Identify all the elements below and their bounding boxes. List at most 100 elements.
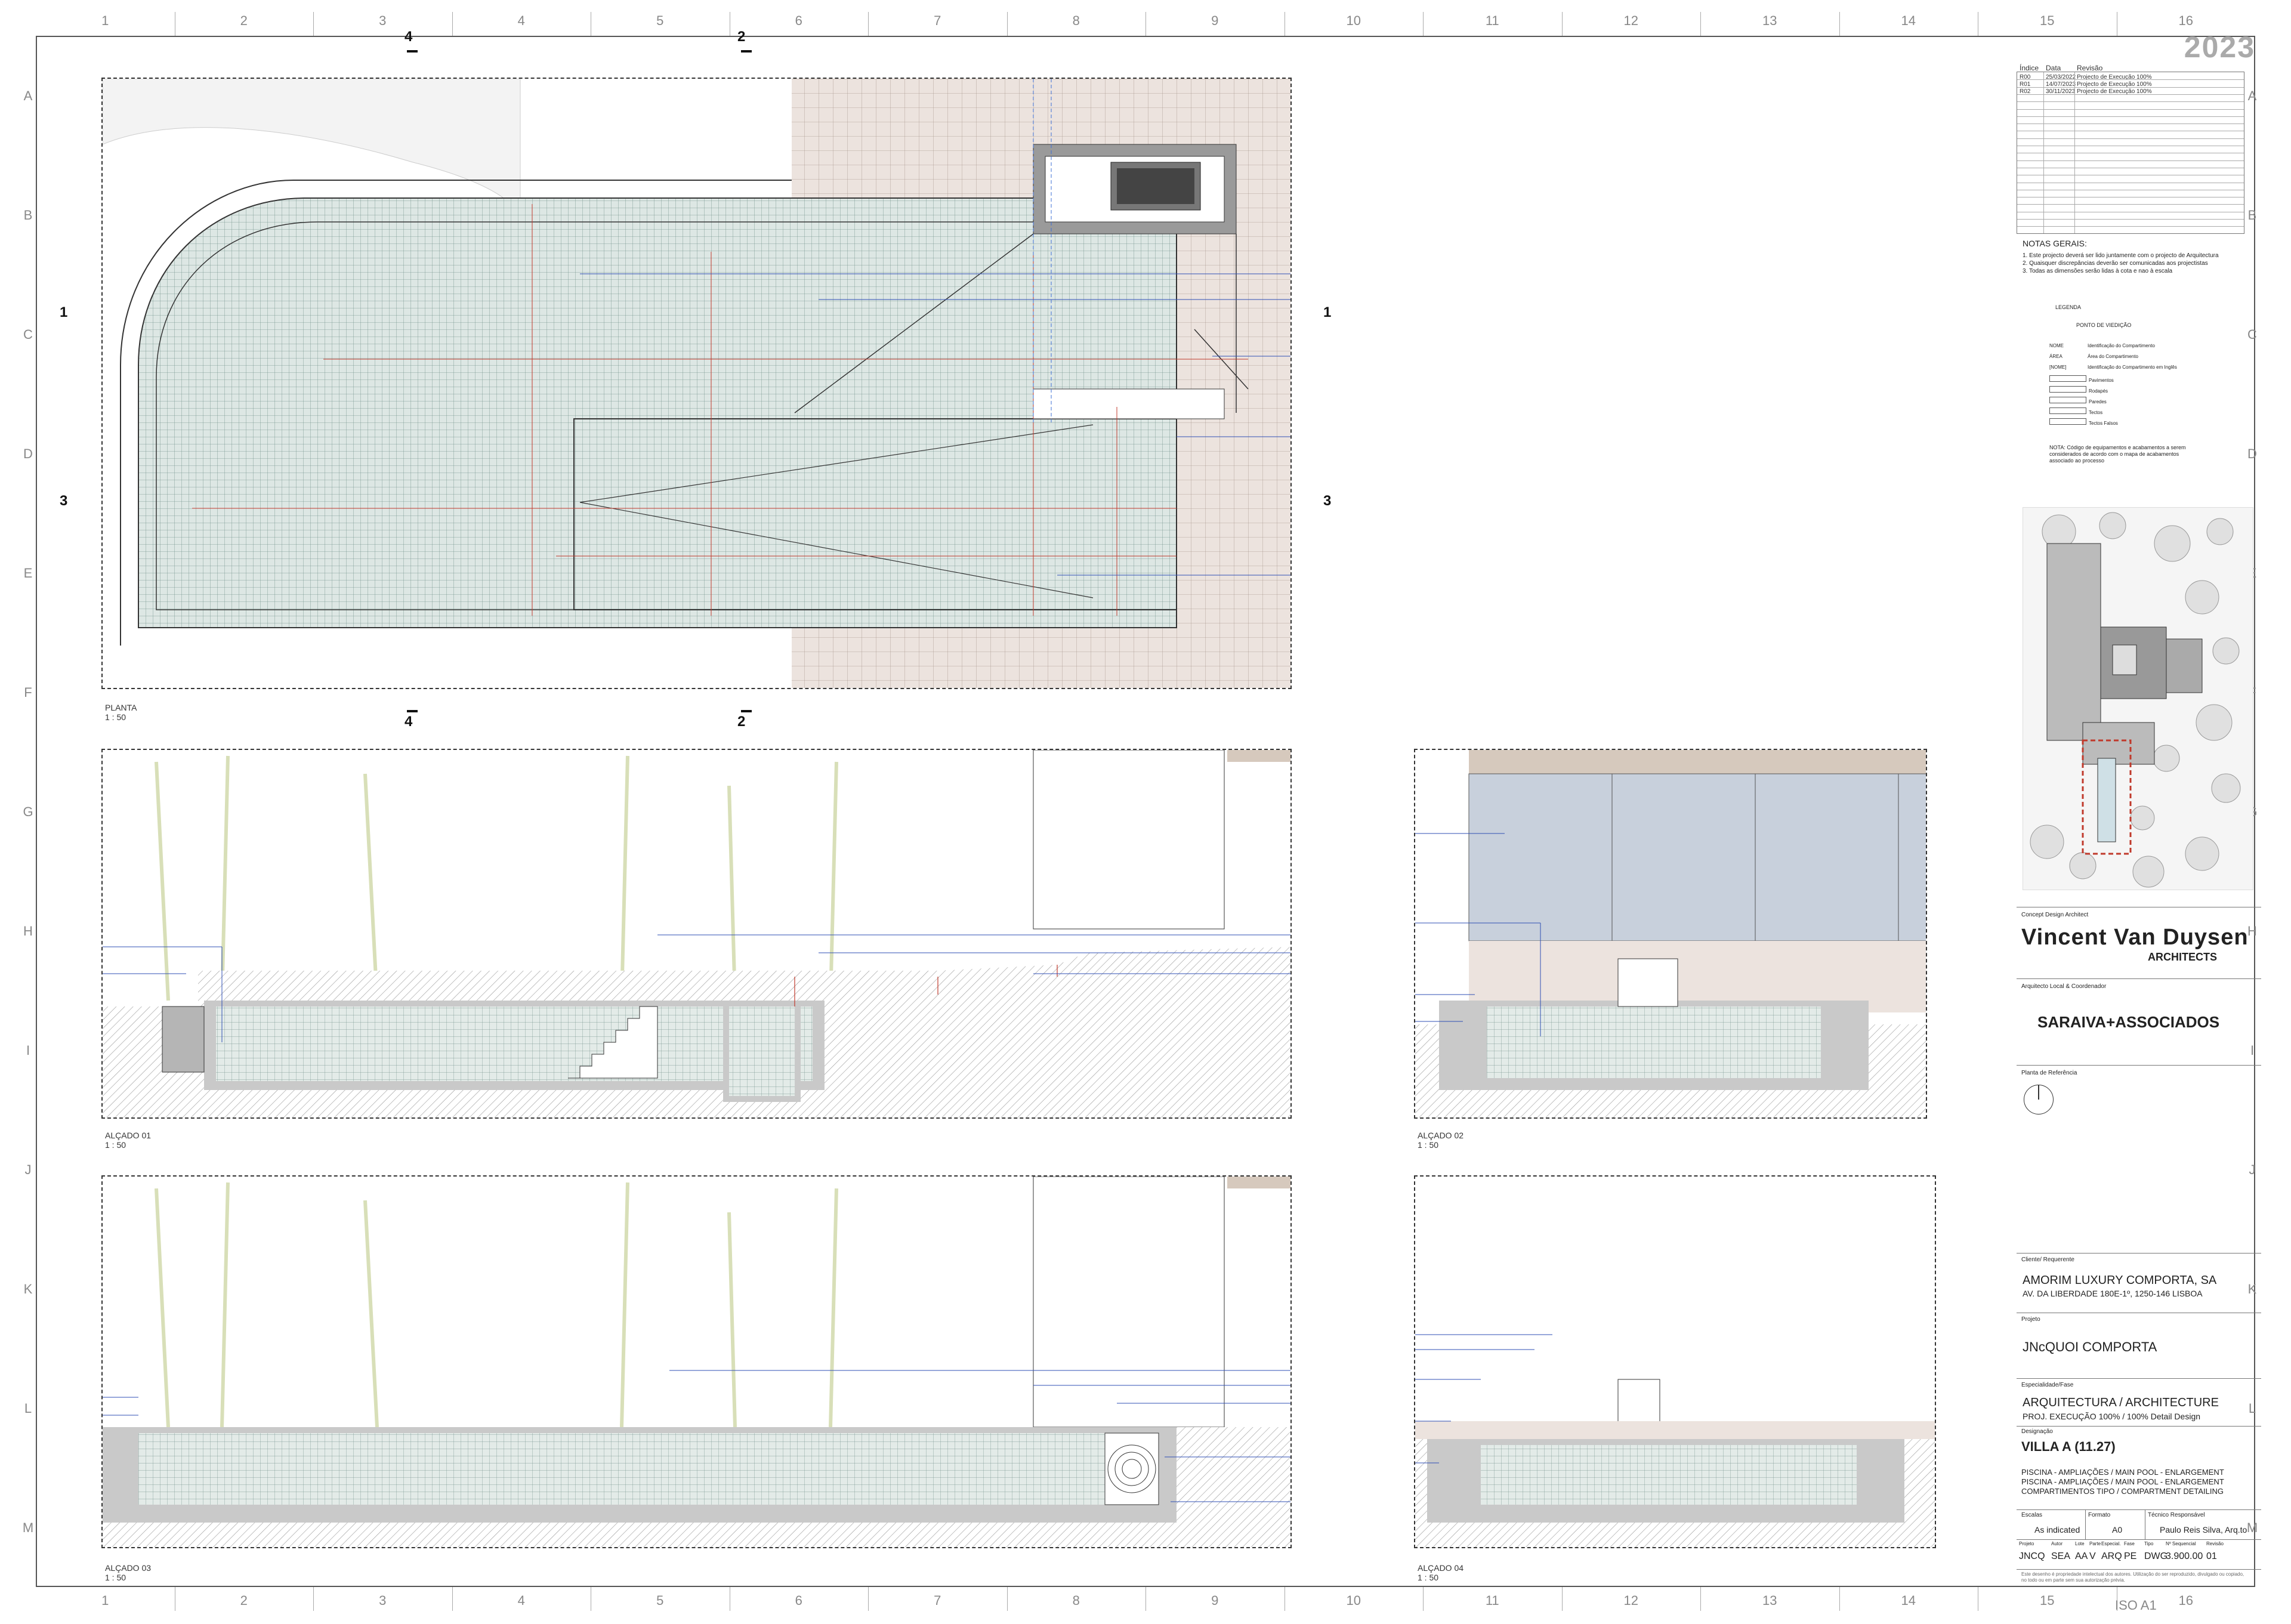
iso-label: ISO A1	[2115, 1598, 2157, 1613]
elevation-04	[1414, 1175, 1936, 1548]
legend-row: NOME Identificação do Compartimento	[2049, 343, 2155, 348]
revisions-rule	[2017, 219, 2244, 220]
grid-tick	[1423, 1587, 1424, 1611]
plan-scale: 1 : 50	[105, 712, 126, 722]
legend-key	[2049, 375, 2086, 382]
grid-column-label: 16	[2178, 1593, 2193, 1608]
north-label: Planta de Referência	[2021, 1070, 2077, 1076]
revisions-rule	[2017, 94, 2244, 95]
tb-divider-2	[2017, 978, 2261, 979]
legend-row: Paredes	[2049, 397, 2107, 405]
code-header-cell: Especial.	[2101, 1541, 2121, 1546]
grid-row-label: B	[23, 208, 33, 223]
tb-divider-9	[2017, 1539, 2261, 1540]
code-value-cell: 3.900.00	[2166, 1551, 2203, 1561]
code-value-cell: AA	[2075, 1551, 2088, 1561]
elevation-04-scale: 1 : 50	[1418, 1573, 1439, 1582]
plan-name: PLANTA	[105, 703, 137, 712]
grid-tick	[313, 1587, 314, 1611]
description-1: PISCINA - AMPLIAÇÕES / MAIN POOL - ENLAR…	[2021, 1468, 2224, 1477]
legend-title: LEGENDA	[2055, 304, 2082, 310]
tb-vr-1	[2085, 1509, 2086, 1539]
elevation-02-label: ALÇADO 02 1 : 50	[1418, 1131, 1463, 1150]
note-item: 2. Quaisquer discrepâncias deverão ser c…	[2023, 260, 2208, 267]
grid-row-label: D	[23, 446, 33, 461]
grid-column-label: 12	[1623, 13, 1638, 28]
grid-row-label: M	[22, 1520, 34, 1535]
grid-row-label: L	[24, 1401, 32, 1416]
concept-label: Concept Design Architect	[2021, 912, 2089, 918]
villa-title: VILLA A (11.27)	[2021, 1439, 2116, 1454]
grid-tick	[868, 1587, 869, 1611]
plan-drawing	[103, 79, 1290, 688]
grid-tick	[1839, 12, 1840, 36]
code-value-cell: JNCQ	[2019, 1551, 2045, 1561]
tb-divider-7	[2017, 1426, 2261, 1427]
legend-value: Identificação do Compartimento em Inglês	[2088, 365, 2177, 370]
format-label: Formato	[2088, 1512, 2111, 1518]
tb-divider-10	[2017, 1569, 2261, 1570]
legend-key: ÁREA	[2049, 354, 2062, 359]
revisions-header-cell: Índice	[2020, 64, 2039, 72]
section-mark-3-left: 3	[60, 493, 68, 509]
code-value-cell: ARQ	[2101, 1551, 2122, 1561]
elevation-04-label: ALÇADO 04 1 : 50	[1418, 1563, 1463, 1582]
grid-column-label: 15	[2040, 1593, 2055, 1608]
section-mark-2-top: 2	[737, 29, 746, 45]
description-2: PISCINA - AMPLIAÇÕES / MAIN POOL - ENLAR…	[2021, 1477, 2224, 1486]
code-value-cell: V	[2089, 1551, 2096, 1561]
grid-column-label: 14	[1901, 13, 1916, 28]
grid-tick	[868, 12, 869, 36]
grid-column-label: 9	[1211, 1593, 1219, 1608]
revisions-rule	[2017, 101, 2244, 103]
grid-column-label: 12	[1623, 1593, 1638, 1608]
code-header-cell: Fase	[2124, 1541, 2135, 1546]
client-label: Cliente/ Requerente	[2021, 1256, 2074, 1263]
section-mark-1-left: 1	[60, 304, 68, 320]
legend-value: Tectos	[2089, 410, 2103, 415]
grid-row-label: J	[24, 1162, 32, 1177]
grid-column-label: 1	[101, 13, 109, 28]
code-value-cell: 01	[2206, 1551, 2217, 1561]
client-address: AV. DA LIBERDADE 180E-1º, 1250-146 LISBO…	[2023, 1289, 2203, 1298]
note-item: 3. Todas as dimensões serão lidas à cota…	[2023, 268, 2173, 274]
legend-row: Pavimentos	[2049, 375, 2114, 383]
location-plan	[2023, 507, 2253, 890]
grid-column-label: 15	[2040, 13, 2055, 28]
grid-row-label: E	[23, 566, 33, 581]
legend-row: [NOME] Identificação do Compartimento em …	[2049, 365, 2177, 370]
legend-value: Paredes	[2089, 399, 2107, 405]
section-mark-3-right: 3	[1323, 493, 1332, 509]
section-bar-2-bottom	[741, 710, 752, 712]
section-mark-4-top: 4	[405, 29, 413, 45]
grid-row-label: G	[23, 804, 33, 819]
grid-tick	[1700, 12, 1701, 36]
scale-value: As indicated	[2034, 1525, 2080, 1535]
tech-label: Técnico Responsável	[2148, 1512, 2205, 1518]
notes-list: 1. Este projecto deverá ser lido juntame…	[2023, 252, 2219, 275]
revisions-rule	[2017, 138, 2244, 139]
grid-column-label: 8	[1072, 1593, 1080, 1608]
legend-row: Rodapés	[2049, 386, 2108, 394]
elevation-01-scale: 1 : 50	[105, 1140, 126, 1150]
grid-column-label: 3	[379, 1593, 387, 1608]
code-header-cell: Projeto	[2019, 1541, 2034, 1546]
tb-divider-8	[2017, 1509, 2261, 1510]
grid-column-label: 8	[1072, 13, 1080, 28]
format-value: A0	[2112, 1525, 2123, 1535]
grid-tick	[1006, 12, 1008, 36]
elevation-02-scale: 1 : 50	[1418, 1140, 1439, 1150]
speciality-label: Especialidade/Fase	[2021, 1382, 2074, 1388]
revisions-rule	[2017, 79, 2244, 81]
grid-column-label: 1	[101, 1593, 109, 1608]
elevation-01-name: ALÇADO 01	[105, 1131, 152, 1140]
title-block: 2023 Índice Data Revisão R00 25/03/2022 Proj…	[2017, 30, 2261, 1593]
revisions-rule	[2017, 87, 2244, 88]
project-label: Projeto	[2021, 1316, 2040, 1323]
grid-row-label: H	[23, 924, 33, 938]
code-value-cell: PE	[2124, 1551, 2137, 1561]
footer-note: Este desenho é propriedade intelectual d…	[2021, 1571, 2244, 1583]
legend-key	[2049, 407, 2086, 414]
revisions-rule	[2017, 109, 2244, 110]
grid-column-label: 6	[795, 1593, 802, 1608]
